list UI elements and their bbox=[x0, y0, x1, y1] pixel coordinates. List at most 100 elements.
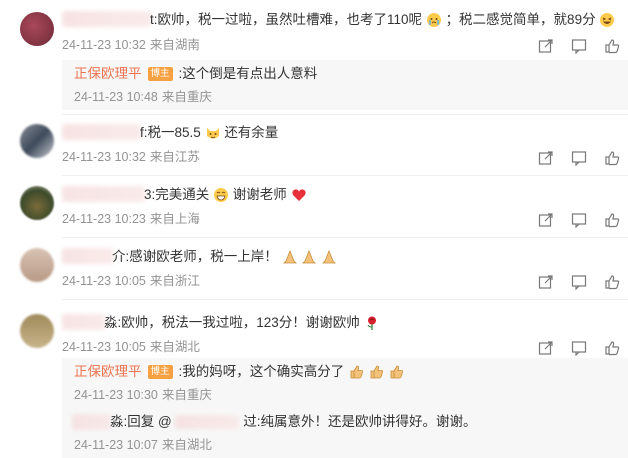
reply-icon[interactable] bbox=[571, 274, 587, 290]
comment-meta: 24-11-23 10:05 来自浙江 bbox=[62, 272, 200, 290]
comment-meta: 24-11-23 10:05 来自湖北 bbox=[62, 338, 200, 356]
thumbs-up-emoji-icon bbox=[348, 364, 364, 380]
comment-time: 24-11-23 10:05 bbox=[62, 340, 146, 354]
thumbs-up-emoji-icon bbox=[388, 364, 404, 380]
share-icon[interactable] bbox=[538, 38, 554, 54]
reply-content-part-a: 淼:回复 @ bbox=[110, 414, 172, 429]
author-badge: 博主 bbox=[147, 365, 173, 380]
comment-text: 3:完美通关 谢谢老师 bbox=[144, 185, 307, 205]
reply-block: 正保欧理平 博主:我的妈呀，这个确实高分了 24-11-23 10:30 来自重庆 … bbox=[62, 358, 628, 458]
author-badge: 博主 bbox=[147, 67, 173, 82]
rose-emoji-icon bbox=[364, 315, 380, 331]
reply-icon[interactable] bbox=[571, 340, 587, 356]
share-icon[interactable] bbox=[538, 340, 554, 356]
folded-hands-emoji-icon bbox=[282, 249, 298, 265]
comment-text-part-a: 3:完美通关 bbox=[144, 187, 210, 202]
cat-face-emoji-icon bbox=[205, 125, 221, 141]
comment-time: 24-11-23 10:05 bbox=[62, 274, 146, 288]
comment-text-part-a: 介:感谢欧老师，税一上岸！ bbox=[112, 249, 278, 264]
reply-source: 来自湖北 bbox=[161, 438, 212, 452]
reply-meta: 24-11-23 10:48 来自重庆 bbox=[74, 88, 212, 106]
avatar[interactable] bbox=[20, 186, 54, 220]
comment-5: 淼:欧帅，税法一我过啦，123分！谢谢欧帅 24-11-23 10:05 来自湖北… bbox=[0, 312, 628, 458]
like-icon[interactable] bbox=[604, 274, 620, 290]
like-icon[interactable] bbox=[604, 340, 620, 356]
comment-2: f:税一85.5 还有余量 24-11-23 10:32 来自江苏 bbox=[0, 122, 628, 176]
comment-actions bbox=[538, 274, 628, 292]
reply-meta: 24-11-23 10:07 来自湖北 bbox=[74, 436, 212, 454]
reply-text: 淼:回复 @ 过:纯属意外！还是欧帅讲得好。谢谢。 bbox=[110, 412, 477, 432]
comment-text-part-a: 淼:欧帅，税法一我过啦，123分！谢谢欧帅 bbox=[104, 315, 360, 330]
comment-text: 淼:欧帅，税法一我过啦，123分！谢谢欧帅 bbox=[104, 313, 380, 333]
comment-3: 3:完美通关 谢谢老师 24-11-23 10:23 来自上海 bbox=[0, 184, 628, 238]
laughing-face-emoji-icon bbox=[599, 12, 615, 28]
comment-text: 介:感谢欧老师，税一上岸！ bbox=[112, 247, 337, 267]
username-blurred[interactable] bbox=[72, 414, 112, 430]
crying-face-emoji-icon bbox=[426, 12, 442, 28]
comment-text-part-a: f:税一85.5 bbox=[140, 125, 201, 140]
reply-author[interactable]: 正保欧理平 bbox=[74, 364, 142, 379]
comment-text-part-b: 还有余量 bbox=[224, 125, 279, 140]
username-blurred[interactable] bbox=[62, 124, 142, 140]
comment-4: 介:感谢欧老师，税一上岸！ 24-11-23 10:05 来自浙江 bbox=[0, 246, 628, 300]
comment-meta: 24-11-23 10:32 来自江苏 bbox=[62, 148, 200, 166]
reply-icon[interactable] bbox=[571, 38, 587, 54]
like-icon[interactable] bbox=[604, 150, 620, 166]
reply-time: 24-11-23 10:30 bbox=[74, 388, 158, 402]
reply-content: :这个倒是有点出人意料 bbox=[178, 66, 318, 81]
avatar[interactable] bbox=[20, 124, 54, 158]
reply-content: :我的妈呀，这个确实高分了 bbox=[178, 364, 345, 379]
avatar[interactable] bbox=[20, 314, 54, 348]
comment-actions bbox=[538, 340, 628, 358]
comment-time: 24-11-23 10:32 bbox=[62, 38, 146, 52]
divider bbox=[62, 175, 628, 176]
reply-content-part-b: 过:纯属意外！还是欧帅讲得好。谢谢。 bbox=[243, 414, 477, 429]
folded-hands-emoji-icon bbox=[321, 249, 337, 265]
reply-icon[interactable] bbox=[571, 212, 587, 228]
reply-block: 正保欧理平 博主 :这个倒是有点出人意料 24-11-23 10:48 来自重庆 bbox=[62, 60, 628, 110]
like-icon[interactable] bbox=[604, 212, 620, 228]
reply-time: 24-11-23 10:07 bbox=[74, 438, 158, 452]
comment-actions bbox=[538, 212, 628, 230]
reply-meta: 24-11-23 10:30 来自重庆 bbox=[74, 386, 212, 404]
comment-actions bbox=[538, 38, 628, 56]
comment-source: 来自湖南 bbox=[149, 38, 200, 52]
grinning-face-emoji-icon bbox=[213, 187, 229, 203]
reply-icon[interactable] bbox=[571, 150, 587, 166]
comment-source: 来自江苏 bbox=[149, 150, 200, 164]
reply-source: 来自重庆 bbox=[161, 388, 212, 402]
reply-author[interactable]: 正保欧理平 bbox=[74, 66, 142, 81]
mention-blurred[interactable] bbox=[175, 415, 240, 430]
avatar[interactable] bbox=[20, 12, 54, 46]
reply-source: 来自重庆 bbox=[161, 90, 212, 104]
comment-actions bbox=[538, 150, 628, 168]
comment-text: t:欧帅，税一过啦，虽然吐槽难，也考了110呢 ；税二感觉简单，就89分 bbox=[150, 10, 615, 30]
avatar[interactable] bbox=[20, 248, 54, 282]
folded-hands-emoji-icon bbox=[301, 249, 317, 265]
share-icon[interactable] bbox=[538, 212, 554, 228]
comment-time: 24-11-23 10:23 bbox=[62, 212, 146, 226]
divider bbox=[62, 237, 628, 238]
like-icon[interactable] bbox=[604, 38, 620, 54]
username-blurred[interactable] bbox=[62, 314, 106, 330]
comment-text-part-b: 谢谢老师 bbox=[232, 187, 287, 202]
comment-text-part-a: t:欧帅，税一过啦，虽然吐槽难，也考了110呢 bbox=[150, 12, 423, 27]
thumbs-up-emoji-icon bbox=[368, 364, 384, 380]
reply-time: 24-11-23 10:48 bbox=[74, 90, 158, 104]
comment-meta: 24-11-23 10:32 来自湖南 bbox=[62, 36, 200, 54]
comment-text: f:税一85.5 还有余量 bbox=[140, 123, 278, 143]
username-blurred[interactable] bbox=[62, 248, 114, 264]
reply-text: 正保欧理平 博主 :我的妈呀，这个确实高分了 bbox=[74, 362, 404, 382]
comment-1: t:欧帅，税一过啦，虽然吐槽难，也考了110呢 ；税二感觉简单，就89分 24-… bbox=[0, 8, 628, 116]
username-blurred[interactable] bbox=[62, 186, 146, 202]
comment-time: 24-11-23 10:32 bbox=[62, 150, 146, 164]
share-icon[interactable] bbox=[538, 274, 554, 290]
divider bbox=[62, 114, 628, 115]
username-blurred[interactable] bbox=[62, 11, 152, 27]
comment-source: 来自湖北 bbox=[149, 340, 200, 354]
divider bbox=[62, 299, 628, 300]
share-icon[interactable] bbox=[538, 150, 554, 166]
comment-source: 来自浙江 bbox=[149, 274, 200, 288]
comment-meta: 24-11-23 10:23 来自上海 bbox=[62, 210, 200, 228]
heart-emoji-icon bbox=[291, 187, 307, 203]
